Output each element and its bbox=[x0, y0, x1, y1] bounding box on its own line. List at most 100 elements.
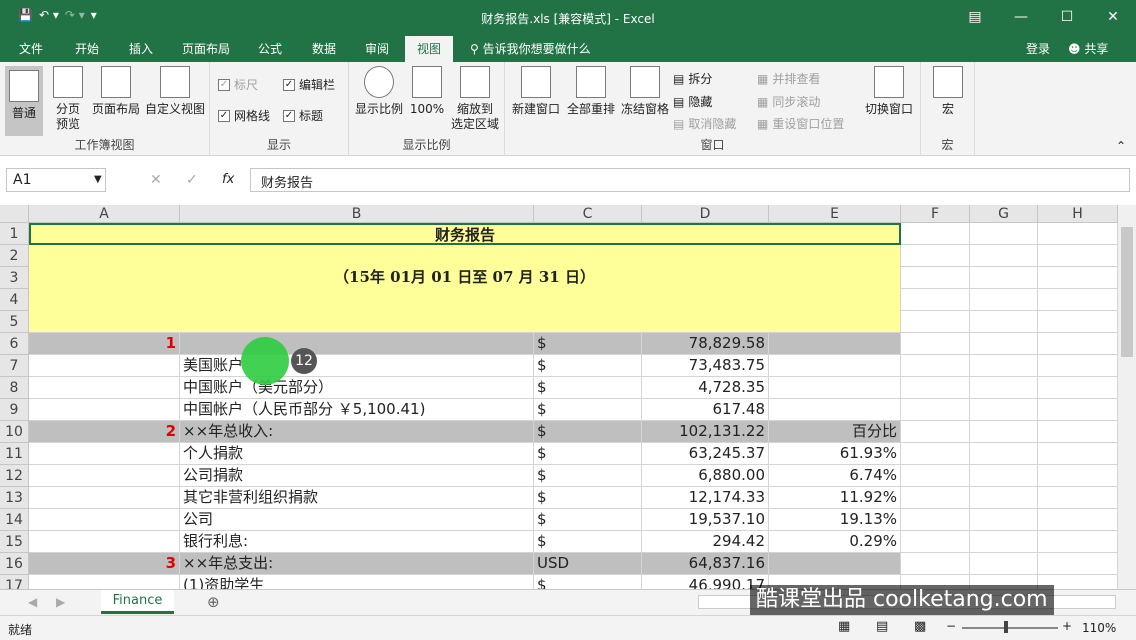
cell-g9[interactable] bbox=[970, 399, 1038, 421]
zoom-slider-thumb[interactable] bbox=[1004, 621, 1008, 633]
tab-review[interactable]: 审阅 bbox=[365, 40, 389, 57]
cell-a6[interactable]: 1 bbox=[29, 333, 180, 355]
custom-views-button[interactable]: 自定义视图 bbox=[144, 66, 206, 117]
tab-insert[interactable]: 插入 bbox=[129, 40, 153, 57]
row-header-1[interactable]: 1 bbox=[0, 223, 29, 245]
cell-g12[interactable] bbox=[970, 465, 1038, 487]
cell-f15[interactable] bbox=[901, 531, 970, 553]
cell-a8[interactable] bbox=[29, 377, 180, 399]
cell-h12[interactable] bbox=[1038, 465, 1118, 487]
cell-d6[interactable]: 78,829.58 bbox=[642, 333, 769, 355]
row-header-13[interactable]: 13 bbox=[0, 487, 29, 509]
report-title[interactable]: 财务报告 bbox=[29, 223, 901, 245]
cell-b16[interactable]: ××年总支出: bbox=[180, 553, 534, 575]
cell-a7[interactable] bbox=[29, 355, 180, 377]
cell-g1[interactable] bbox=[970, 223, 1038, 245]
cell-e7[interactable] bbox=[769, 355, 901, 377]
tab-data[interactable]: 数据 bbox=[312, 40, 336, 57]
cell-b13[interactable]: 其它非营利组织捐款 bbox=[180, 487, 534, 509]
row-header-16[interactable]: 16 bbox=[0, 553, 29, 575]
cell-g11[interactable] bbox=[970, 443, 1038, 465]
cell-c15[interactable]: $ bbox=[534, 531, 642, 553]
cell-f12[interactable] bbox=[901, 465, 970, 487]
worksheet-grid[interactable]: A B C D E F G H 1 财务报告 2 （15年 01月 01 日至 07 月 31 日） 3… bbox=[0, 205, 1118, 589]
cell-h16[interactable] bbox=[1038, 553, 1118, 575]
cell-g2[interactable] bbox=[970, 245, 1038, 267]
row-header-14[interactable]: 14 bbox=[0, 509, 29, 531]
cell-f7[interactable] bbox=[901, 355, 970, 377]
cell-b15[interactable]: 银行利息: bbox=[180, 531, 534, 553]
cell-a17[interactable] bbox=[29, 575, 180, 589]
collapse-ribbon-icon[interactable]: ⌃ bbox=[1116, 139, 1126, 153]
cell-h1[interactable] bbox=[1038, 223, 1118, 245]
cell-a15[interactable] bbox=[29, 531, 180, 553]
sign-in-link[interactable]: 登录 bbox=[1026, 40, 1050, 57]
cell-e11[interactable]: 61.93% bbox=[769, 443, 901, 465]
formula-bar-checkbox[interactable]: ✓ 编辑栏 bbox=[283, 76, 335, 93]
sheet-tab-finance[interactable]: Finance bbox=[101, 590, 174, 614]
cell-c16[interactable]: USD bbox=[534, 553, 642, 575]
reset-position-button[interactable]: ▦ 重设窗口位置 bbox=[757, 115, 844, 132]
cell-a9[interactable] bbox=[29, 399, 180, 421]
cell-a12[interactable] bbox=[29, 465, 180, 487]
arrange-all-button[interactable]: 全部重排 bbox=[565, 66, 617, 117]
cell-e9[interactable] bbox=[769, 399, 901, 421]
cancel-icon[interactable]: ✕ bbox=[150, 172, 162, 188]
cell-f13[interactable] bbox=[901, 487, 970, 509]
cell-e16[interactable] bbox=[769, 553, 901, 575]
scroll-left-icon[interactable]: ◀ bbox=[28, 595, 37, 609]
cell-b11[interactable]: 个人捐款 bbox=[180, 443, 534, 465]
cell-d10[interactable]: 102,131.22 bbox=[642, 421, 769, 443]
cell-d11[interactable]: 63,245.37 bbox=[642, 443, 769, 465]
cell-g6[interactable] bbox=[970, 333, 1038, 355]
cell-h6[interactable] bbox=[1038, 333, 1118, 355]
normal-view-icon[interactable]: ▦ bbox=[838, 619, 850, 634]
cell-b9[interactable]: 中国帐户（人民币部分 ￥5,100.41) bbox=[180, 399, 534, 421]
cell-c8[interactable]: $ bbox=[534, 377, 642, 399]
cell-c12[interactable]: $ bbox=[534, 465, 642, 487]
cell-c9[interactable]: $ bbox=[534, 399, 642, 421]
maximize-button[interactable]: ☐ bbox=[1044, 0, 1090, 34]
cell-e15[interactable]: 0.29% bbox=[769, 531, 901, 553]
cell-b14[interactable]: 公司 bbox=[180, 509, 534, 531]
report-period[interactable]: （15年 01月 01 日至 07 月 31 日） bbox=[29, 245, 901, 333]
cell-g14[interactable] bbox=[970, 509, 1038, 531]
headings-checkbox[interactable]: ✓ 标题 bbox=[283, 107, 323, 124]
cell-a11[interactable] bbox=[29, 443, 180, 465]
cell-b6[interactable] bbox=[180, 333, 534, 355]
cell-f14[interactable] bbox=[901, 509, 970, 531]
split-button[interactable]: ▤ 拆分 bbox=[673, 70, 712, 87]
namebox-dropdown-icon[interactable]: ▼ bbox=[94, 174, 102, 185]
page-break-view-icon[interactable]: ▩ bbox=[914, 619, 926, 634]
cell-b8[interactable]: 中国账户（美元部分） bbox=[180, 377, 534, 399]
cell-h14[interactable] bbox=[1038, 509, 1118, 531]
row-header-9[interactable]: 9 bbox=[0, 399, 29, 421]
zoom-out-icon[interactable]: − bbox=[946, 619, 956, 633]
insert-function-icon[interactable]: fx bbox=[222, 172, 234, 187]
sync-scroll-button[interactable]: ▦ 同步滚动 bbox=[757, 93, 820, 110]
cell-g10[interactable] bbox=[970, 421, 1038, 443]
cell-d14[interactable]: 19,537.10 bbox=[642, 509, 769, 531]
cell-h5[interactable] bbox=[1038, 311, 1118, 333]
cell-b7[interactable]: 美国账户 bbox=[180, 355, 534, 377]
cell-g5[interactable] bbox=[970, 311, 1038, 333]
cell-a10[interactable]: 2 bbox=[29, 421, 180, 443]
cell-c14[interactable]: $ bbox=[534, 509, 642, 531]
zoom-in-icon[interactable]: + bbox=[1062, 619, 1072, 633]
vertical-scrollbar[interactable] bbox=[1118, 205, 1136, 589]
cell-d9[interactable]: 617.48 bbox=[642, 399, 769, 421]
row-header-7[interactable]: 7 bbox=[0, 355, 29, 377]
cell-f1[interactable] bbox=[901, 223, 970, 245]
normal-view-button[interactable]: 普通 bbox=[5, 66, 43, 136]
add-sheet-icon[interactable]: ⊕ bbox=[207, 593, 220, 611]
cell-g3[interactable] bbox=[970, 267, 1038, 289]
cell-e8[interactable] bbox=[769, 377, 901, 399]
cell-b12[interactable]: 公司捐款 bbox=[180, 465, 534, 487]
column-header-a[interactable]: A bbox=[29, 205, 180, 223]
zoom-to-selection-button[interactable]: 缩放到 选定区域 bbox=[449, 66, 501, 132]
cell-h11[interactable] bbox=[1038, 443, 1118, 465]
cell-c17[interactable]: $ bbox=[534, 575, 642, 589]
cell-g16[interactable] bbox=[970, 553, 1038, 575]
close-button[interactable]: ✕ bbox=[1090, 0, 1136, 34]
column-header-g[interactable]: G bbox=[970, 205, 1038, 223]
